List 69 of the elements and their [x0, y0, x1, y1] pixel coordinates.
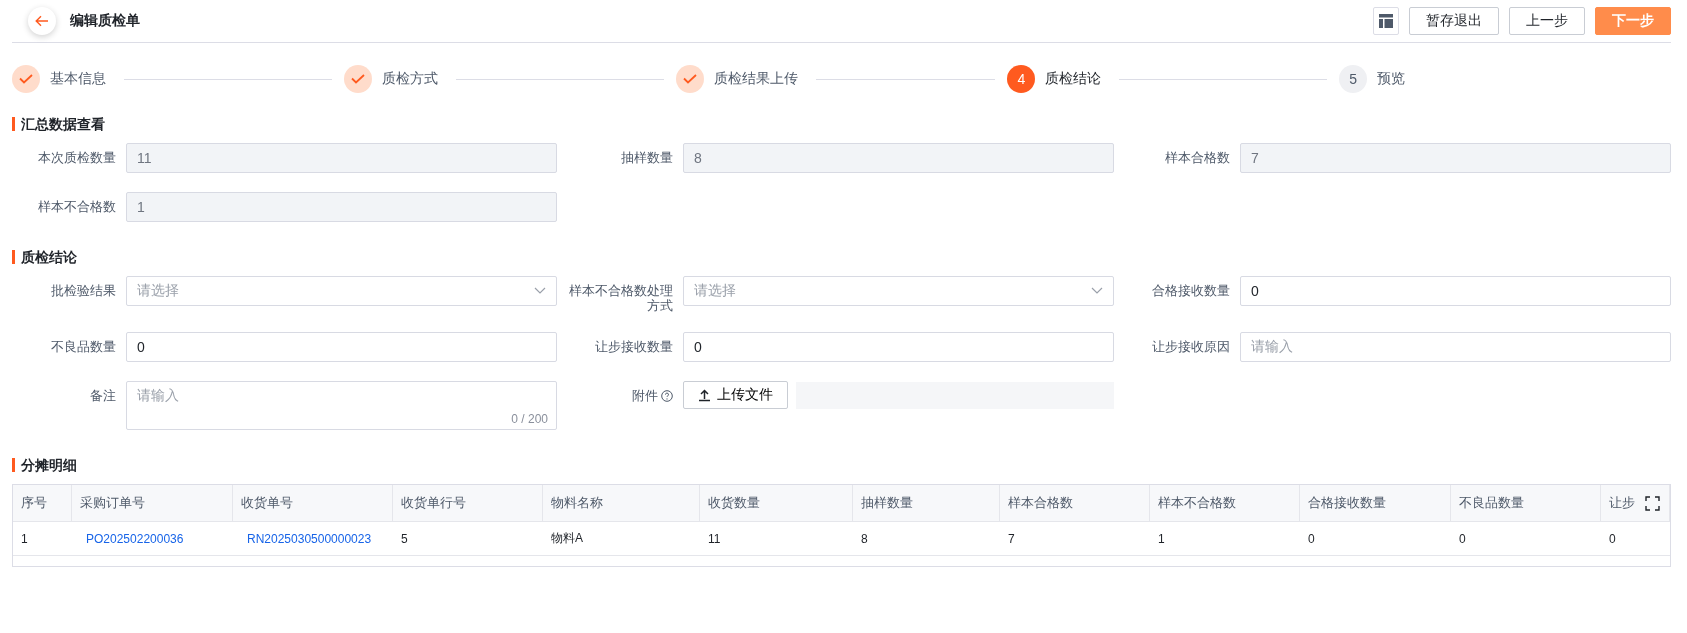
column-header: 样本合格数	[1000, 485, 1150, 521]
column-header: 合格接收数量	[1300, 485, 1451, 521]
table-cell-text: 5	[400, 530, 409, 548]
input-field[interactable]: 0	[683, 332, 1114, 362]
field-label: 附件	[632, 388, 658, 403]
column-header: 收货数量	[700, 485, 853, 521]
table-cell-text: 物料A	[550, 530, 584, 547]
table-cell-text: 0	[1458, 530, 1467, 548]
char-counter: 0 / 200	[511, 412, 548, 426]
section-title: 分摊明细	[12, 458, 1671, 472]
field-label: 样本不合格数处理方式	[569, 282, 673, 313]
readonly-field: 11	[126, 143, 557, 173]
back-arrow-icon	[35, 15, 49, 27]
column-header: 让步	[1601, 485, 1670, 521]
textarea-field[interactable]: 请输入 0 / 200	[126, 381, 557, 430]
chevron-down-icon	[534, 287, 546, 295]
readonly-field: 7	[1240, 143, 1671, 173]
table-cell-text: 0	[1608, 530, 1617, 548]
table-cell-text: 1	[1157, 530, 1166, 548]
table-cell-text: 0	[1307, 530, 1316, 548]
page-title: 编辑质检单	[70, 12, 141, 30]
field-label: 批检验结果	[50, 282, 116, 298]
order-link[interactable]: PO202502200036	[86, 531, 184, 546]
input-field[interactable]: 0	[126, 332, 557, 362]
layout-button[interactable]	[1373, 7, 1399, 35]
header-button[interactable]: 上一步	[1509, 7, 1585, 35]
column-header: 采购订单号	[72, 485, 233, 521]
chevron-down-icon	[1091, 287, 1103, 295]
readonly-field: 8	[683, 143, 1114, 173]
header-button[interactable]: 暂存退出	[1409, 7, 1499, 35]
step-label: 质检方式	[381, 70, 438, 88]
step-label: 质检结论	[1045, 70, 1102, 88]
step-label: 基本信息	[50, 70, 106, 88]
column-header: 收货单号	[233, 485, 393, 521]
field-label: 合格接收数量	[1151, 282, 1230, 298]
field-label: 让步接收原因	[1151, 338, 1230, 354]
field-label: 本次质检数量	[37, 149, 116, 165]
column-header: 物料名称	[543, 485, 700, 521]
layout-icon	[1379, 14, 1393, 28]
column-header: 抽样数量	[853, 485, 1000, 521]
column-header: 样本不合格数	[1150, 485, 1300, 521]
field-label: 让步接收数量	[594, 338, 673, 354]
column-header: 收货单行号	[393, 485, 543, 521]
step-label: 质检结果上传	[713, 70, 798, 88]
step-label: 预览	[1377, 70, 1406, 88]
step-number: 4	[1017, 71, 1026, 87]
order-link[interactable]: RN2025030500000023	[247, 531, 372, 546]
table-cell-text: 1	[20, 530, 29, 548]
section-title: 汇总数据查看	[12, 117, 1671, 131]
field-label: 备注	[89, 387, 116, 403]
help-icon[interactable]	[661, 389, 673, 402]
column-header: 序号	[13, 485, 72, 521]
select-field[interactable]: 请选择	[683, 276, 1114, 306]
upload-button[interactable]: 上传文件	[683, 381, 788, 409]
column-header: 不良品数量	[1451, 485, 1601, 521]
field-label: 样本合格数	[1164, 149, 1230, 165]
table-cell-text: 11	[707, 530, 722, 548]
field-label: 不良品数量	[50, 338, 116, 354]
select-field[interactable]: 请选择	[126, 276, 557, 306]
upload-icon	[698, 388, 711, 402]
field-label: 样本不合格数	[37, 198, 116, 214]
field-label: 抽样数量	[620, 149, 673, 165]
input-field[interactable]: 0	[1240, 276, 1671, 306]
step-number: 5	[1349, 71, 1358, 87]
readonly-field: 1	[126, 192, 557, 222]
table-cell-text: 8	[860, 530, 869, 548]
section-title: 质检结论	[12, 250, 1671, 264]
table-cell-text: 7	[1007, 530, 1016, 548]
fullscreen-icon[interactable]	[1645, 496, 1660, 511]
